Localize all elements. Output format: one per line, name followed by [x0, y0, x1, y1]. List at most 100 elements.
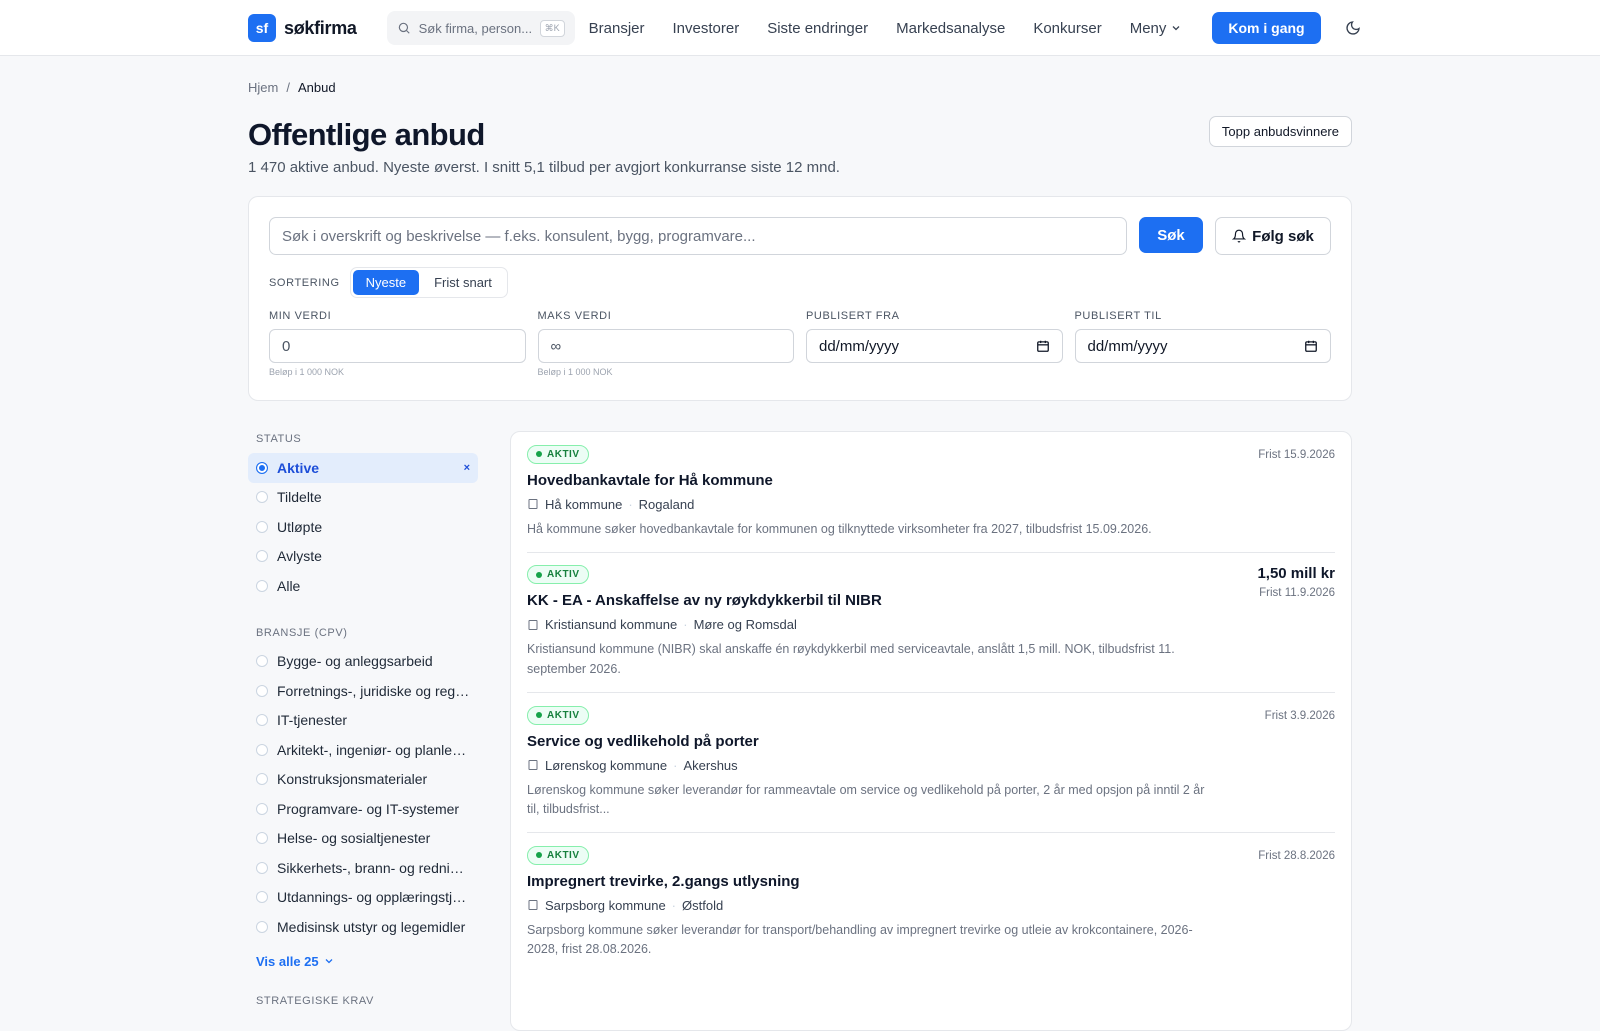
meta-separator: ·	[671, 897, 677, 913]
sort-newest-option[interactable]: Nyeste	[352, 270, 420, 295]
tender-card[interactable]: AKTIV Hovedbankavtale for Hå kommune Hå …	[527, 432, 1335, 553]
status-option-label: Avlyste	[277, 548, 322, 565]
chevron-down-icon	[325, 959, 333, 964]
tender-organization[interactable]: Sarpsborg kommune	[545, 898, 666, 913]
published-from-date-input[interactable]: dd/mm/yyyy	[806, 329, 1063, 363]
industry-option[interactable]: Sikkerhets-, brann- og redning...	[248, 853, 478, 883]
tender-title[interactable]: KK - EA - Anskaffelse av ny røykdykkerbi…	[527, 592, 1215, 609]
industry-option-label: Medisinsk utstyr og legemidler	[277, 918, 466, 935]
radio-icon	[256, 550, 268, 563]
published-to-date-input[interactable]: dd/mm/yyyy	[1074, 329, 1331, 363]
top-navigation: sf søkfirma Søk firma, person... ⌘K Bran…	[0, 0, 1600, 56]
building-icon	[528, 619, 538, 630]
tender-title[interactable]: Impregnert trevirke, 2.gangs utlysning	[527, 873, 1215, 890]
industry-option[interactable]: IT-tjenester	[248, 706, 478, 736]
tender-card[interactable]: AKTIV KK - EA - Anskaffelse av ny røykdy…	[527, 553, 1335, 694]
tender-region: Rogaland	[638, 496, 695, 512]
industry-option[interactable]: Medisinsk utstyr og legemidler	[248, 912, 478, 942]
nav-siste-endringer[interactable]: Siste endringer	[767, 20, 868, 37]
industry-option[interactable]: Helse- og sosialtjenester	[248, 824, 478, 854]
nav-menu-label: Meny	[1129, 19, 1167, 37]
radio-icon	[256, 832, 268, 845]
min-value-label: MIN VERDI	[269, 310, 332, 322]
building-icon	[528, 900, 538, 911]
breadcrumb-separator: /	[286, 80, 290, 95]
tender-deadline: Frist 28.8.2026	[1258, 850, 1335, 863]
tender-title[interactable]: Hovedbankavtale for Hå kommune	[527, 472, 1215, 489]
tender-deadline: Frist 15.9.2026	[1258, 449, 1335, 461]
industry-option[interactable]: Utdannings- og opplæringstje...	[248, 883, 478, 913]
chevron-down-icon	[1172, 26, 1180, 31]
main-content: Hjem / Anbud Offentlige anbud Topp anbud…	[248, 56, 1352, 1031]
tender-deadline: Frist 11.9.2026	[1259, 586, 1335, 599]
breadcrumb-home[interactable]: Hjem	[248, 80, 278, 95]
status-option-label: Aktive	[277, 459, 320, 476]
status-option-tildelte[interactable]: Tildelte	[248, 483, 478, 513]
clear-filter-icon[interactable]: ×	[464, 462, 470, 474]
tender-card[interactable]: AKTIV Service og vedlikehold på porter L…	[527, 693, 1335, 834]
status-option-avlyste[interactable]: Avlyste	[248, 542, 478, 572]
min-value-input[interactable]: 0	[269, 329, 526, 363]
industry-option[interactable]: Arkitekt-, ingeniør- og planleg...	[248, 735, 478, 765]
status-badge: AKTIV	[527, 705, 589, 725]
sort-toggle: Nyeste Frist snart	[349, 267, 508, 298]
dark-mode-toggle[interactable]	[1345, 20, 1361, 36]
tender-organization[interactable]: Kristiansund kommune	[545, 617, 677, 632]
status-option-label: Tildelte	[277, 489, 322, 506]
logo-mark: sf	[248, 14, 276, 42]
nav-markedsanalyse[interactable]: Markedsanalyse	[896, 20, 1005, 37]
max-value-input[interactable]: ∞	[537, 329, 794, 363]
follow-search-button[interactable]: Følg søk	[1215, 217, 1331, 255]
sort-deadline-option[interactable]: Frist snart	[421, 270, 505, 295]
radio-icon	[256, 520, 268, 533]
tender-title[interactable]: Service og vedlikehold på porter	[527, 733, 1215, 750]
industry-option[interactable]: Konstruksjonsmaterialer	[248, 765, 478, 795]
show-all-industries-link[interactable]: Vis alle 25	[248, 954, 478, 969]
building-icon	[528, 499, 538, 509]
published-from-label: PUBLISERT FRA	[806, 310, 900, 322]
show-all-label: Vis alle 25	[256, 953, 319, 969]
search-submit-button[interactable]: Søk	[1139, 217, 1203, 253]
nav-menu-dropdown[interactable]: Meny	[1130, 20, 1183, 37]
tender-results-list: AKTIV Hovedbankavtale for Hå kommune Hå …	[510, 431, 1352, 1031]
nav-investorer[interactable]: Investorer	[673, 20, 740, 37]
tender-search-input[interactable]: Søk i overskrift og beskrivelse — f.eks.…	[269, 217, 1127, 255]
tender-description: Lørenskog kommune søker leverandør for r…	[527, 782, 1205, 816]
industry-option[interactable]: Forretnings-, juridiske og regns...	[248, 676, 478, 706]
radio-icon	[256, 743, 268, 756]
status-badge: AKTIV	[527, 565, 589, 585]
max-value-text: ∞	[550, 337, 562, 355]
status-badge-label: AKTIV	[547, 849, 580, 861]
industry-option-label: Arkitekt-, ingeniør- og planleg...	[277, 741, 470, 758]
status-option-label: Alle	[277, 577, 301, 594]
status-option-aktive[interactable]: Aktive ×	[248, 453, 478, 483]
status-option-alle[interactable]: Alle	[248, 571, 478, 601]
status-dot-icon	[536, 451, 542, 457]
tender-organization[interactable]: Hå kommune	[545, 497, 622, 512]
top-tender-winners-button[interactable]: Topp anbudsvinnere	[1208, 116, 1352, 147]
nav-konkurser[interactable]: Konkurser	[1033, 20, 1101, 37]
tender-region: Østfold	[682, 897, 724, 913]
industry-option-label: Helse- og sosialtjenester	[277, 830, 431, 847]
calendar-icon[interactable]	[1036, 339, 1050, 353]
tender-card[interactable]: AKTIV Impregnert trevirke, 2.gangs utlys…	[527, 833, 1335, 972]
industry-option[interactable]: Programvare- og IT-systemer	[248, 794, 478, 824]
radio-icon	[256, 861, 268, 874]
max-value-label: MAKS VERDI	[537, 310, 612, 322]
global-search-input[interactable]: Søk firma, person... ⌘K	[386, 11, 575, 45]
radio-icon	[256, 802, 268, 815]
radio-icon	[256, 684, 268, 697]
radio-icon	[256, 891, 268, 904]
industry-filter-heading: BRANSJE (CPV)	[256, 626, 348, 639]
status-option-utlopte[interactable]: Utløpte	[248, 512, 478, 542]
radio-icon	[256, 920, 268, 933]
tender-meta: Sarpsborg kommune · Østfold	[527, 898, 1215, 913]
bell-icon	[1232, 229, 1247, 243]
calendar-icon[interactable]	[1304, 339, 1318, 353]
logo[interactable]: sf søkfirma	[248, 14, 357, 42]
tender-organization[interactable]: Lørenskog kommune	[545, 758, 667, 773]
industry-option[interactable]: Bygge- og anleggsarbeid	[248, 647, 478, 677]
nav-bransjer[interactable]: Bransjer	[589, 20, 645, 37]
meta-separator: ·	[673, 757, 678, 773]
get-started-button[interactable]: Kom i gang	[1212, 12, 1321, 44]
